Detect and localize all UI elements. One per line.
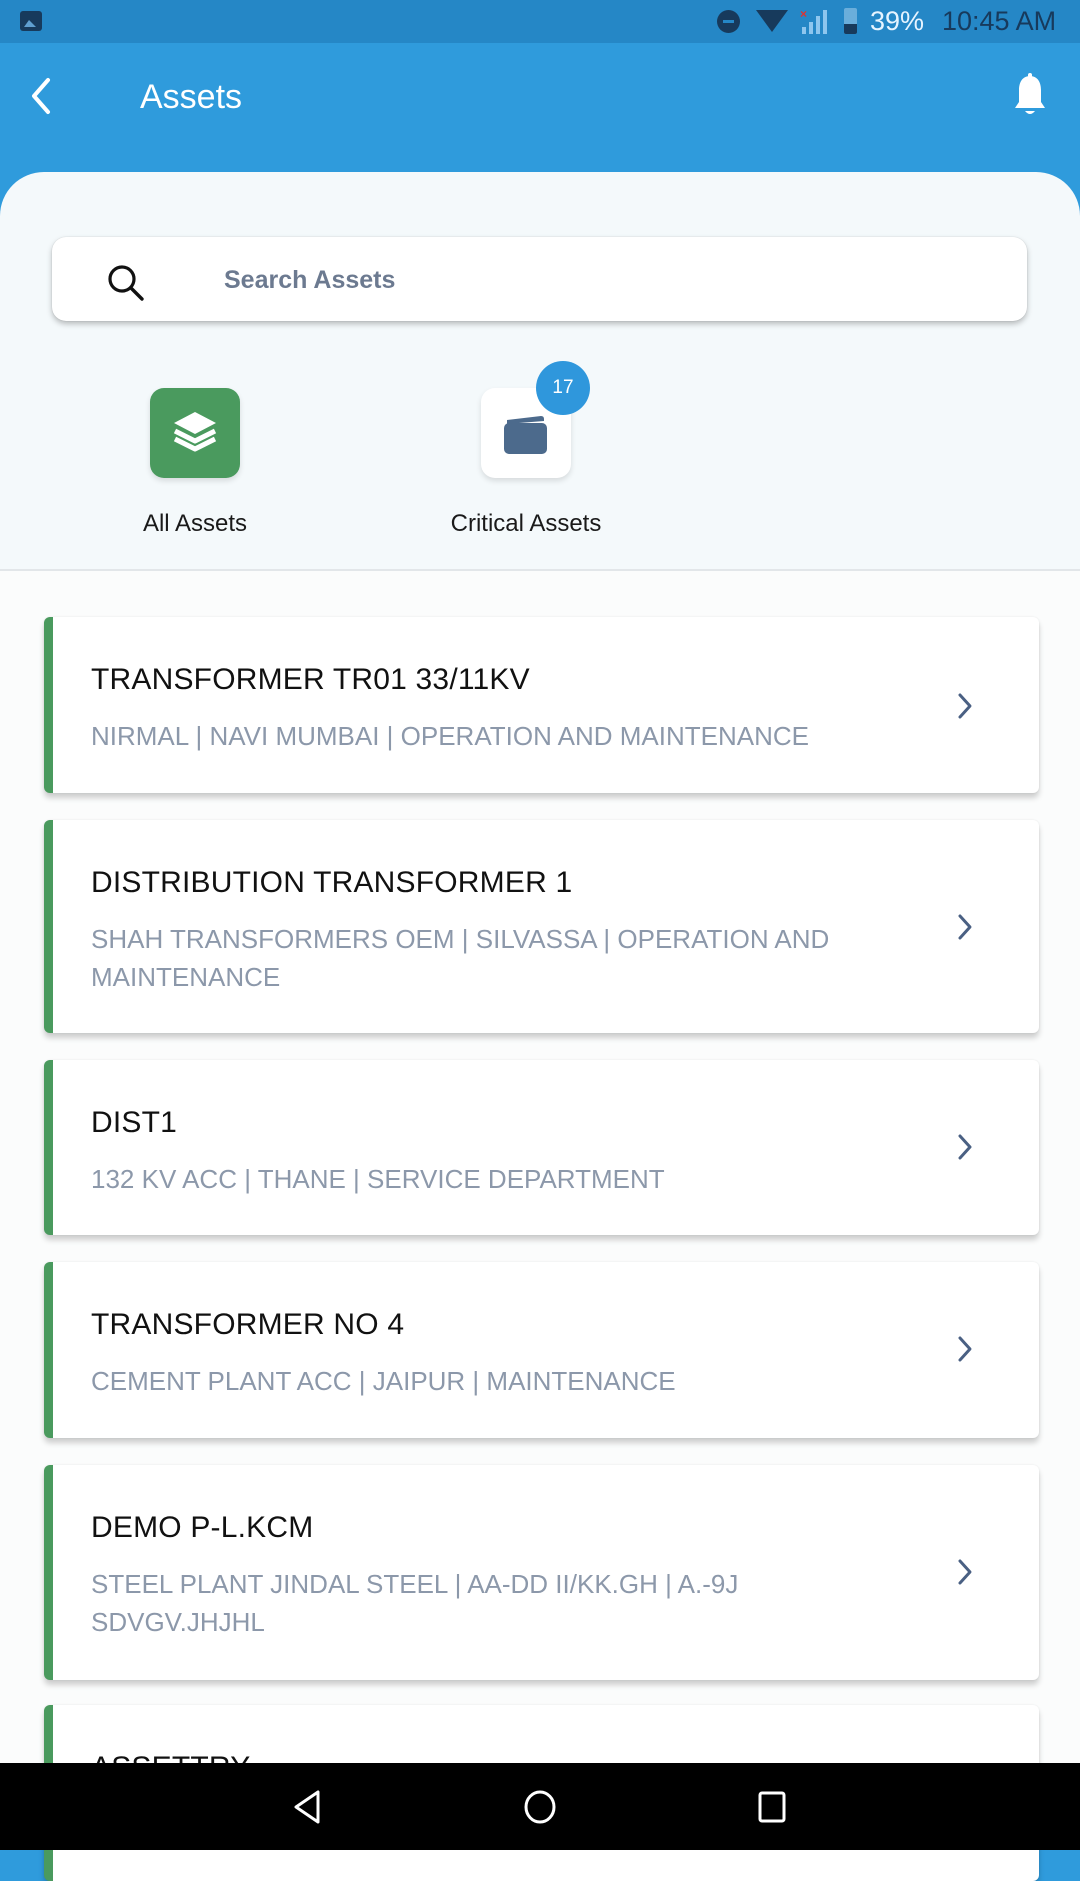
- page-title: Assets: [140, 78, 243, 116]
- nav-recents-button[interactable]: [752, 1787, 792, 1827]
- asset-subtitle: CEMENT PLANT ACC | JAIPUR | MAINTENANCE: [91, 1366, 676, 1396]
- nav-home-button[interactable]: [520, 1787, 560, 1827]
- notifications-button[interactable]: [1006, 70, 1054, 120]
- asset-list-item[interactable]: DEMO P-L.KCM STEEL PLANT JINDAL STEEL | …: [44, 1465, 1039, 1680]
- recents-square-icon: [758, 1791, 786, 1823]
- asset-title: DIST1: [91, 1106, 178, 1139]
- back-button[interactable]: [22, 68, 62, 124]
- asset-list-item[interactable]: DIST1 132 KV ACC | THANE | SERVICE DEPAR…: [44, 1060, 1039, 1235]
- back-triangle-icon: [294, 1790, 320, 1824]
- asset-title: TRANSFORMER TR01 33/11KV: [91, 663, 530, 696]
- battery-icon: [844, 8, 857, 34]
- asset-title: TRANSFORMER NO 4: [91, 1308, 405, 1341]
- asset-list-item[interactable]: TRANSFORMER NO 4 CEMENT PLANT ACC | JAIP…: [44, 1262, 1039, 1438]
- all-assets-tile[interactable]: All Assets: [75, 388, 315, 548]
- chevron-left-icon: [32, 78, 50, 114]
- signal-no-sim-icon: ×: [800, 7, 830, 34]
- asset-title: DISTRIBUTION TRANSFORMER 1: [91, 866, 573, 899]
- clock: 10:45 AM: [942, 6, 1057, 36]
- system-nav-bar: [0, 1763, 1080, 1850]
- chevron-right-icon: [958, 693, 972, 719]
- bell-icon: [1015, 73, 1045, 114]
- status-bar: × 39% 10:45 AM: [0, 0, 1080, 43]
- search-bar[interactable]: [52, 237, 1027, 321]
- critical-assets-count-badge: 17: [536, 361, 590, 415]
- battery-percent: 39%: [870, 6, 925, 36]
- nav-back-button[interactable]: [288, 1787, 328, 1827]
- asset-list-item[interactable]: DISTRIBUTION TRANSFORMER 1 SHAH TRANSFOR…: [44, 820, 1039, 1033]
- chevron-right-icon: [958, 1559, 972, 1585]
- search-icon: [108, 265, 144, 301]
- asset-list-item[interactable]: TRANSFORMER TR01 33/11KV NIRMAL | NAVI M…: [44, 617, 1039, 793]
- search-input[interactable]: [222, 257, 986, 303]
- asset-subtitle: 132 KV ACC | THANE | SERVICE DEPARTMENT: [91, 1164, 665, 1194]
- critical-assets-label: Critical Assets: [450, 510, 602, 537]
- chevron-right-icon: [958, 1134, 972, 1160]
- gallery-icon: [20, 11, 42, 31]
- asset-title: DEMO P-L.KCM: [91, 1511, 314, 1544]
- critical-assets-tile[interactable]: Critical Assets: [406, 388, 646, 548]
- wifi-icon: [756, 10, 788, 32]
- layers-icon: [173, 412, 217, 452]
- asset-subtitle: STEEL PLANT JINDAL STEEL | AA-DD II/KK.G…: [91, 1569, 739, 1637]
- chevron-right-icon: [958, 1336, 972, 1362]
- chevron-right-icon: [958, 914, 972, 940]
- asset-subtitle: SHAH TRANSFORMERS OEM | SILVASSA | OPERA…: [91, 924, 830, 992]
- all-assets-icon-box: [150, 388, 240, 478]
- all-assets-label: All Assets: [142, 510, 248, 537]
- home-circle-icon: [524, 1790, 556, 1824]
- asset-subtitle: NIRMAL | NAVI MUMBAI | OPERATION AND MAI…: [91, 721, 809, 751]
- do-not-disturb-icon: [717, 10, 740, 33]
